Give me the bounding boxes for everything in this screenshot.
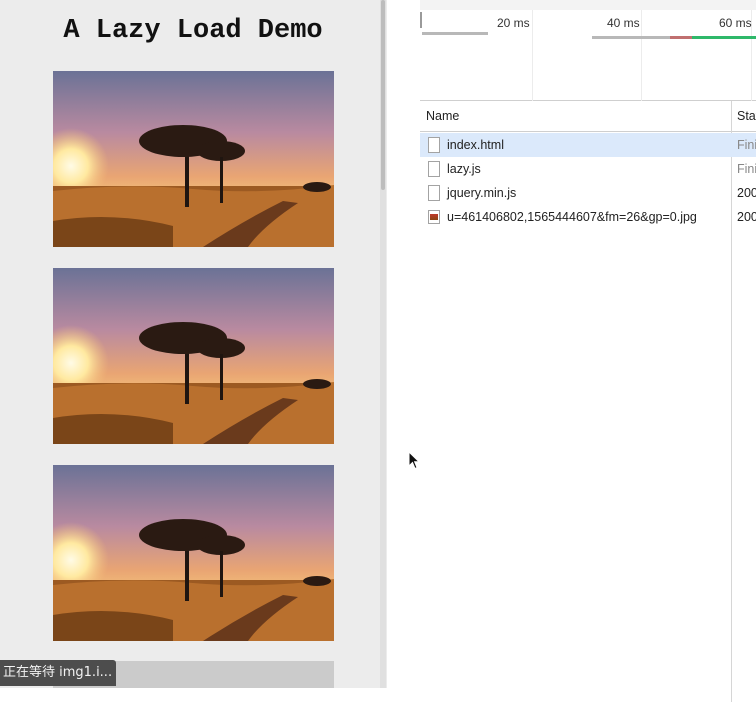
page-scrollbar-thumb[interactable] [381,0,385,190]
network-overview-timeline[interactable]: 20 ms 40 ms 60 ms [420,10,756,101]
request-name: u=461406802,1565444607&fm=26&gp=0.jpg [447,210,697,224]
photo-image [53,71,334,247]
image-icon [428,210,440,224]
sunset-tree-photo [53,268,334,444]
sunset-tree-photo [53,465,334,641]
overview-request-bar [592,36,672,39]
network-toolbar-strip [420,0,756,10]
request-status: 200 [737,210,756,224]
overview-request-bar [670,36,692,39]
page-bottom-strip [0,688,387,702]
loading-status-toast: 正在等待 img1.i... [0,660,117,686]
document-icon [428,137,440,153]
overview-request-bar [422,32,488,35]
overview-tick-label: 20 ms [497,16,530,30]
document-icon [428,161,440,177]
overview-tick-label: 40 ms [607,16,640,30]
request-status: Fini [737,138,756,152]
table-row[interactable]: lazy.js Fini [420,157,756,181]
network-request-table: Name Stat index.html Fini lazy.js Fini j… [420,101,756,702]
document-icon [428,185,440,201]
table-row[interactable]: index.html Fini [420,133,756,157]
devtools-gutter [387,0,420,702]
overview-tick-label: 60 ms [719,16,752,30]
table-header-row: Name Stat [420,101,756,132]
sunset-tree-photo [53,71,334,247]
request-name: index.html [447,138,504,152]
photo-image [53,268,334,444]
overview-gridline [641,10,642,101]
overview-start-marker [420,12,422,28]
mouse-pointer-icon [408,451,420,470]
overview-gridline [532,10,533,101]
page-title: A Lazy Load Demo [63,16,323,46]
column-header-name[interactable]: Name [420,101,459,132]
overview-request-bar [692,36,756,39]
table-row[interactable]: u=461406802,1565444607&fm=26&gp=0.jpg 20… [420,205,756,229]
request-status: Fini [737,162,756,176]
column-header-status[interactable]: Stat [731,101,756,132]
request-name: lazy.js [447,162,481,176]
page-viewport: A Lazy Load Demo [0,0,387,688]
table-row[interactable]: jquery.min.js 200 [420,181,756,205]
photo-image [53,465,334,641]
request-name: jquery.min.js [447,186,517,200]
request-status: 200 [737,186,756,200]
